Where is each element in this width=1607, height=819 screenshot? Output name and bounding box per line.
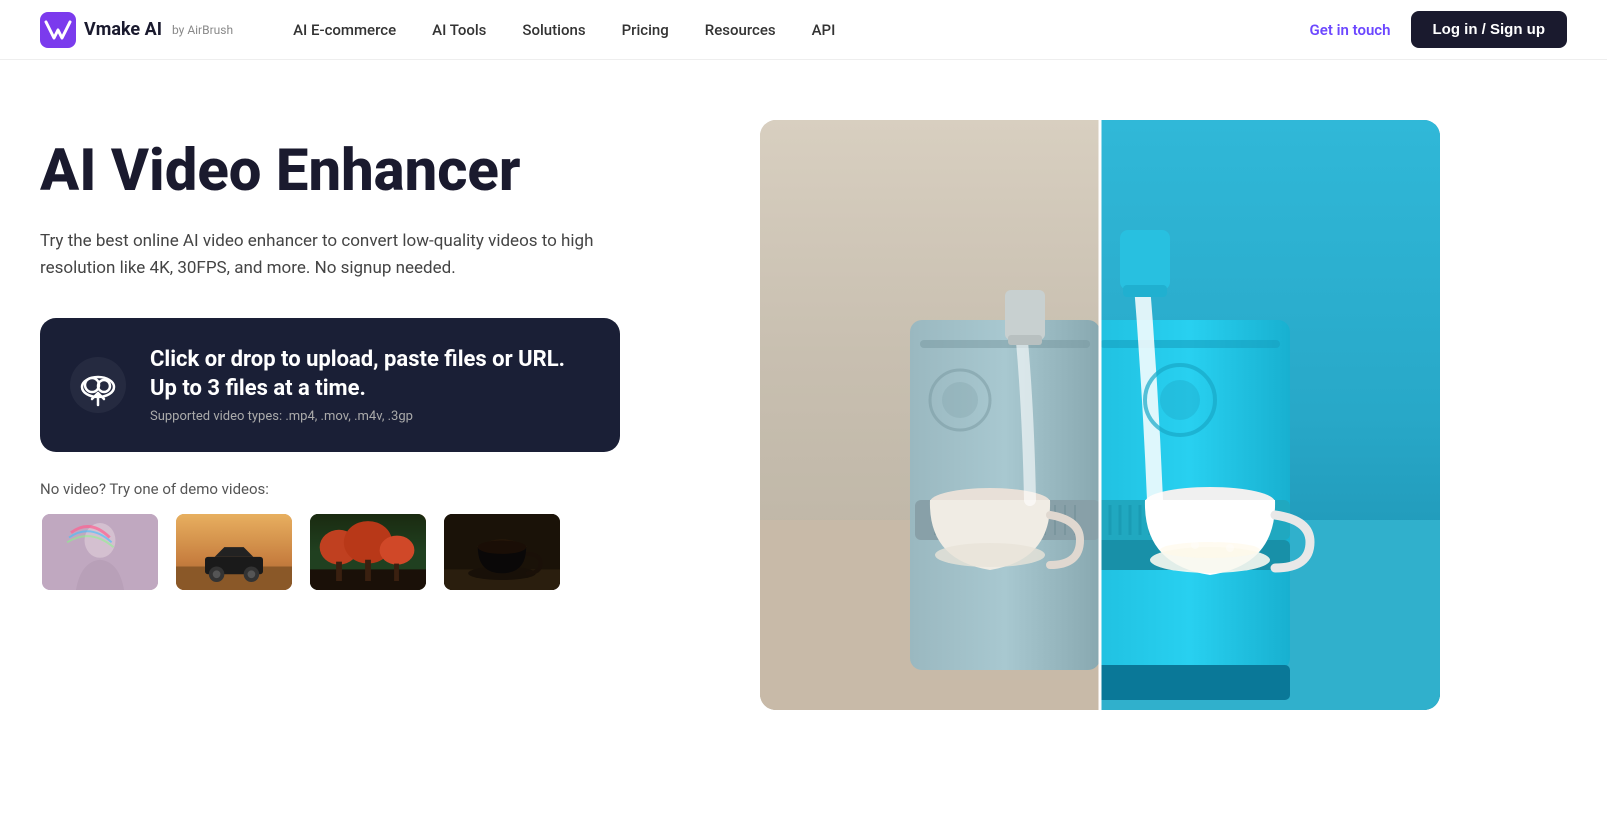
upload-sub-text: Supported video types: .mp4, .mov, .m4v,… [150, 409, 590, 424]
upload-text-area: Click or drop to upload, paste files or … [150, 346, 590, 424]
hero-subtitle: Try the best online AI video enhancer to… [40, 228, 600, 282]
nav-pricing[interactable]: Pricing [622, 21, 669, 39]
demo-thumb-person[interactable] [40, 512, 160, 592]
after-image [1100, 120, 1440, 710]
nav-resources[interactable]: Resources [705, 21, 776, 39]
logo[interactable]: Vmake AI by AirBrush [40, 12, 233, 48]
nav-ai-ecommerce[interactable]: AI E-commerce [293, 21, 396, 39]
comparison-image [760, 120, 1440, 710]
left-panel: AI Video Enhancer Try the best online AI… [40, 120, 720, 592]
logo-text: Vmake AI [84, 19, 162, 40]
nav-ai-tools[interactable]: AI Tools [432, 21, 486, 39]
nav-solutions[interactable]: Solutions [522, 21, 585, 39]
demo-thumbnails [40, 512, 720, 592]
get-in-touch-link[interactable]: Get in touch [1310, 21, 1391, 39]
demo-thumb-nature[interactable] [308, 512, 428, 592]
header-actions: Get in touch Log in / Sign up [1310, 11, 1567, 48]
main-content: AI Video Enhancer Try the best online AI… [0, 60, 1607, 819]
login-signup-button[interactable]: Log in / Sign up [1411, 11, 1567, 48]
header: Vmake AI by AirBrush AI E-commerce AI To… [0, 0, 1607, 60]
vmake-logo-icon [40, 12, 76, 48]
hero-title: AI Video Enhancer [40, 140, 720, 204]
comparison-divider [1099, 120, 1102, 710]
logo-by: by AirBrush [172, 23, 233, 37]
demo-label: No video? Try one of demo videos: [40, 480, 720, 498]
upload-box[interactable]: Click or drop to upload, paste files or … [40, 318, 620, 452]
nav-api[interactable]: API [812, 21, 836, 39]
demo-thumb-car[interactable] [174, 512, 294, 592]
demo-thumb-coffee[interactable] [442, 512, 562, 592]
right-panel [760, 120, 1567, 710]
upload-icon [70, 357, 126, 413]
before-image [760, 120, 1100, 710]
main-nav: AI E-commerce AI Tools Solutions Pricing… [293, 21, 1309, 39]
upload-main-text: Click or drop to upload, paste files or … [150, 346, 590, 403]
